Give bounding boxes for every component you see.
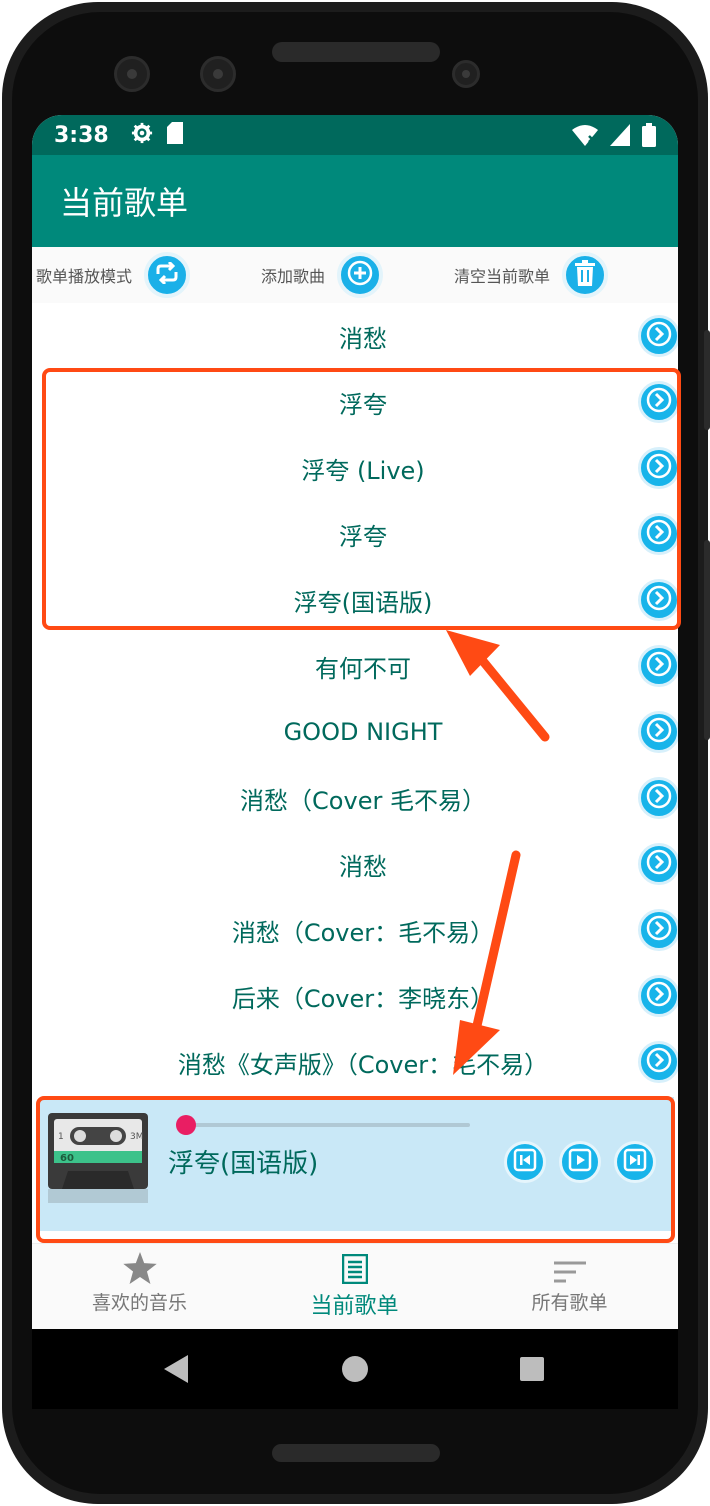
annotation-arrows: [446, 630, 550, 1075]
arrow-to-songs: [446, 630, 550, 742]
arrow-to-player: [453, 850, 521, 1075]
